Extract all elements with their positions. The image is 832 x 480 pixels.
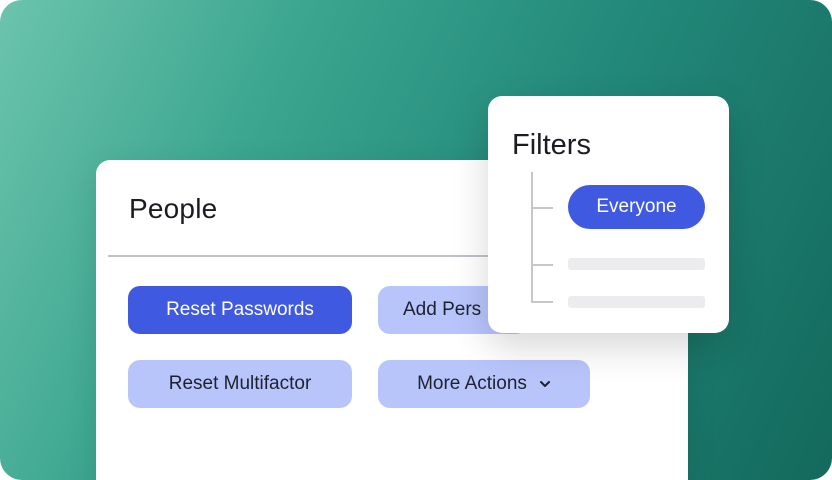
more-actions-button[interactable]: More Actions (378, 360, 590, 408)
reset-passwords-button[interactable]: Reset Passwords (128, 286, 352, 334)
filters-card: Filters Everyone (488, 96, 729, 333)
tree-connector-branch (531, 301, 553, 303)
tree-connector-branch (531, 264, 553, 266)
tree-connector-vertical (531, 172, 533, 302)
filter-placeholder-item[interactable] (568, 258, 705, 270)
background-frame: People Reset Passwords Add Pers Reset Mu… (0, 0, 832, 480)
filter-placeholder-item[interactable] (568, 296, 705, 308)
filter-everyone-chip[interactable]: Everyone (568, 185, 705, 229)
filters-title: Filters (512, 129, 591, 161)
chevron-down-icon (539, 381, 550, 387)
tree-connector-branch (531, 207, 553, 209)
people-title: People (129, 193, 218, 224)
reset-multifactor-button[interactable]: Reset Multifactor (128, 360, 352, 408)
more-actions-label: More Actions (417, 373, 527, 394)
